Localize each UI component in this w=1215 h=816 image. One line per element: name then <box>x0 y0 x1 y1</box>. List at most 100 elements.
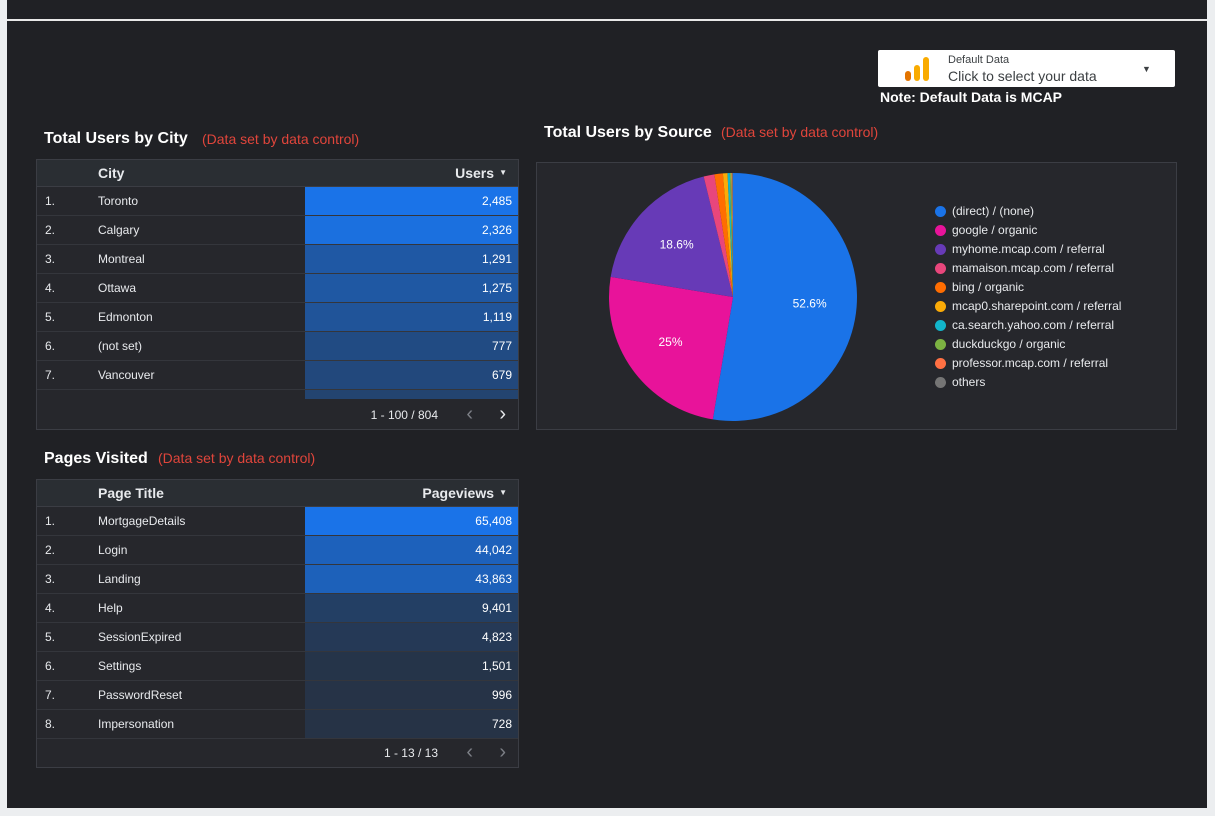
row-value: 65,408 <box>475 514 512 528</box>
legend-swatch <box>935 339 946 350</box>
legend-label: (direct) / (none) <box>952 204 1035 218</box>
row-index: 3. <box>45 252 56 266</box>
row-index: 6. <box>45 339 56 353</box>
data-control-note: Note: Default Data is MCAP <box>880 89 1063 105</box>
sort-desc-icon[interactable]: ▼ <box>499 488 507 497</box>
legend-swatch <box>935 244 946 255</box>
table-row[interactable]: 7. PasswordReset 996 <box>37 681 518 710</box>
row-value: 1,501 <box>481 659 512 673</box>
row-label: Calgary <box>98 223 140 237</box>
row-label: MortgageDetails <box>98 514 186 528</box>
row-index: 2. <box>45 543 56 557</box>
row-label: Help <box>98 601 123 615</box>
pie-chart: 52.6% 25% 18.6% <box>609 173 858 421</box>
table-row[interactable]: 4. Ottawa 1,275 <box>37 274 518 303</box>
row-value: 777 <box>491 339 512 353</box>
row-value: 679 <box>491 368 512 382</box>
chevron-right-icon[interactable]: › <box>499 403 506 426</box>
header-divider <box>7 19 1207 21</box>
row-index: 2. <box>45 223 56 237</box>
legend-swatch <box>935 358 946 369</box>
row-label: Ottawa <box>98 281 137 295</box>
legend-label: professor.mcap.com / referral <box>952 356 1109 370</box>
pie-slice[interactable] <box>712 173 858 421</box>
sort-desc-icon[interactable]: ▼ <box>499 168 507 177</box>
chevron-left-icon[interactable]: ‹ <box>466 403 473 426</box>
row-label: SessionExpired <box>98 630 182 644</box>
row-label: (not set) <box>98 339 143 353</box>
legend-swatch <box>935 377 946 388</box>
row-value: 2,485 <box>481 194 512 208</box>
city-table-title: Total Users by City <box>44 130 188 147</box>
table-row[interactable]: 3. Landing 43,863 <box>37 565 518 594</box>
chevron-right-icon[interactable]: › <box>499 741 506 764</box>
data-control-title: Default Data <box>948 54 1010 66</box>
chevron-left-icon[interactable]: ‹ <box>466 741 473 764</box>
table-row[interactable]: 4. Help 9,401 <box>37 594 518 623</box>
pie-chart-panel: 52.6% 25% 18.6% (direct) / (none) google / … <box>536 162 1177 430</box>
legend-label: duckduckgo / organic <box>952 337 1066 351</box>
table-body: 1. MortgageDetails 65,408 2. Login 44,042 3. La… <box>37 507 518 739</box>
legend-swatch <box>935 206 946 217</box>
column-header-pageviews[interactable]: Pageviews <box>422 485 494 501</box>
row-value: 9,401 <box>481 601 512 615</box>
legend-label: mcap0.sharepoint.com / referral <box>952 299 1122 313</box>
table-row[interactable]: 2. Calgary 2,326 <box>37 216 518 245</box>
analytics-icon <box>905 57 929 81</box>
row-value: 996 <box>491 688 512 702</box>
row-label: PasswordReset <box>98 688 183 702</box>
row-index: 3. <box>45 572 56 586</box>
row-index: 5. <box>45 310 56 324</box>
legend-swatch <box>935 301 946 312</box>
table-row[interactable]: 2. Login 44,042 <box>37 536 518 565</box>
row-value: 43,863 <box>475 572 512 586</box>
row-value: 1,291 <box>481 252 512 266</box>
legend-label: mamaison.mcap.com / referral <box>952 261 1115 275</box>
column-header-city[interactable]: City <box>98 165 124 181</box>
row-index: 5. <box>45 630 56 644</box>
data-control-dropdown[interactable]: Default Data Click to select your data ▼ <box>878 50 1175 87</box>
legend-label: google / organic <box>952 223 1038 237</box>
column-header-users[interactable]: Users <box>455 165 494 181</box>
table-row[interactable]: 5. SessionExpired 4,823 <box>37 623 518 652</box>
table-row[interactable]: 8.Kitch...511 <box>37 390 518 399</box>
table-header: City Users ▼ <box>37 160 518 187</box>
row-label: Edmonton <box>98 310 153 324</box>
row-value: 728 <box>491 717 512 731</box>
row-label: Settings <box>98 659 142 673</box>
row-value: 4,823 <box>481 630 512 644</box>
legend-label: ca.search.yahoo.com / referral <box>952 318 1115 332</box>
value-bar <box>305 710 518 738</box>
pages-table-subtitle: (Data set by data control) <box>158 450 316 466</box>
pagination: 1 - 100 / 804 ‹ › <box>37 399 518 429</box>
table-row[interactable]: 5. Edmonton 1,119 <box>37 303 518 332</box>
legend-swatch <box>935 263 946 274</box>
value-bar <box>305 332 518 360</box>
pagination: 1 - 13 / 13 ‹ › <box>37 737 518 767</box>
table-row[interactable]: 1. Toronto 2,485 <box>37 187 518 216</box>
row-index: 8. <box>45 717 56 731</box>
table-row[interactable]: 7. Vancouver 679 <box>37 361 518 390</box>
pie-chart-subtitle: (Data set by data control) <box>721 124 879 140</box>
legend-swatch <box>935 225 946 236</box>
row-index: 7. <box>45 368 56 382</box>
pie-slice-label: 25% <box>659 335 683 349</box>
row-value: 1,119 <box>482 310 512 324</box>
value-bar <box>305 681 518 709</box>
table-row[interactable]: 6. Settings 1,501 <box>37 652 518 681</box>
pie-slice-label: 52.6% <box>793 296 827 310</box>
row-index: 7. <box>45 688 56 702</box>
table-row[interactable]: 6. (not set) 777 <box>37 332 518 361</box>
legend-label: myhome.mcap.com / referral <box>952 242 1105 256</box>
row-index: 4. <box>45 281 56 295</box>
column-header-page-title[interactable]: Page Title <box>98 485 164 501</box>
report-canvas: Default Data Click to select your data ▼… <box>7 0 1207 808</box>
city-table-subtitle: (Data set by data control) <box>202 131 360 147</box>
legend-label: others <box>952 375 986 389</box>
data-control-value: Click to select your data <box>948 68 1097 84</box>
table-row[interactable]: 8. Impersonation 728 <box>37 710 518 739</box>
table-body: 1. Toronto 2,485 2. Calgary 2,326 3. Montreal 1,… <box>37 187 518 399</box>
table-row[interactable]: 3. Montreal 1,291 <box>37 245 518 274</box>
table-header: Page Title Pageviews ▼ <box>37 480 518 507</box>
table-row[interactable]: 1. MortgageDetails 65,408 <box>37 507 518 536</box>
